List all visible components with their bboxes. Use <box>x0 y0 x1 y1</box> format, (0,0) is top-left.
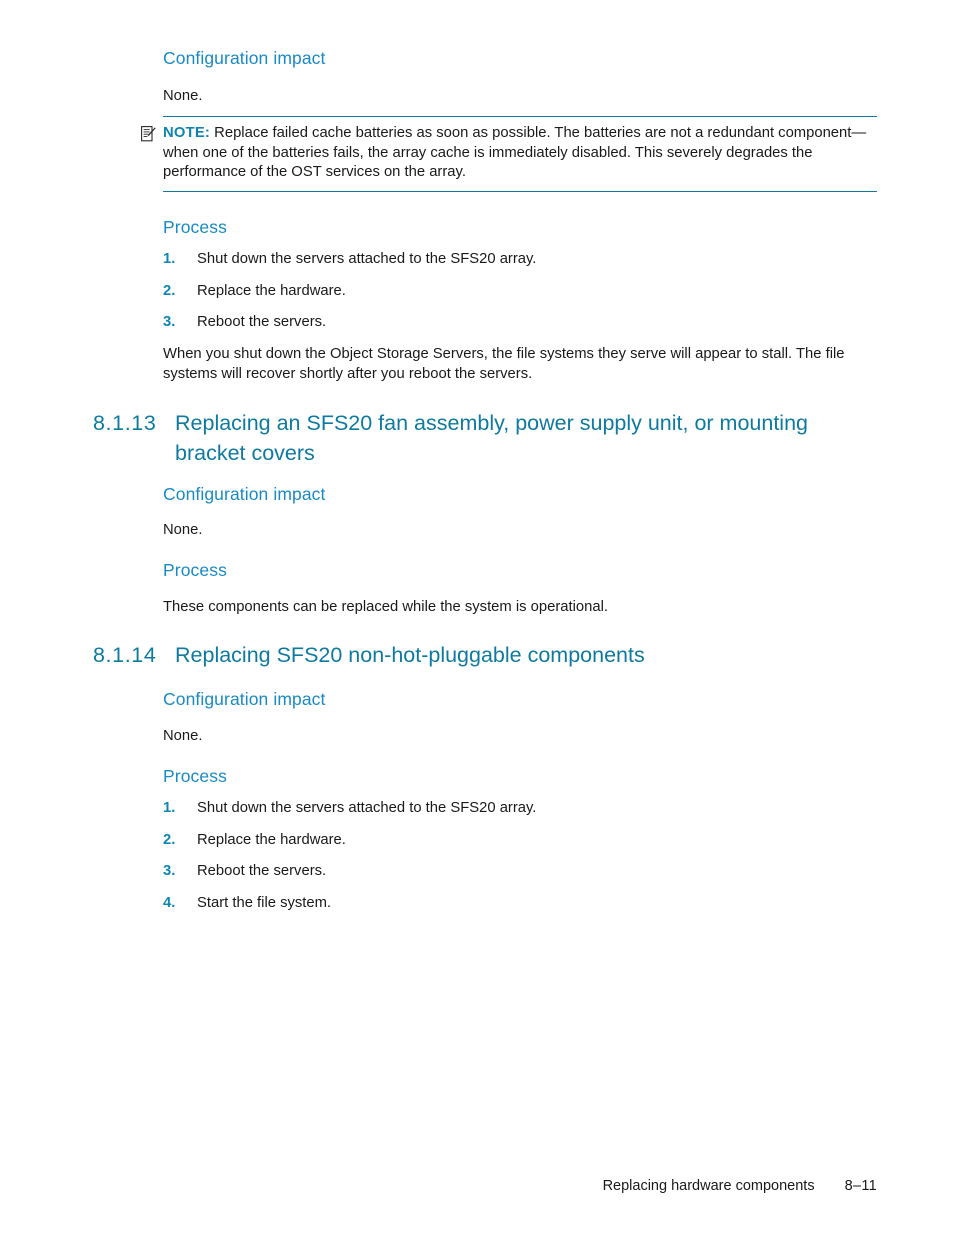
step-number: 2. <box>163 282 176 299</box>
configuration-impact-heading-3: Configuration impact <box>163 689 878 710</box>
configuration-impact-body-3: None. <box>163 727 878 747</box>
step-number: 1. <box>163 251 176 267</box>
step-number: 3. <box>163 863 176 879</box>
section-number: 8.1.14 <box>93 643 157 667</box>
document-page: Configuration impact None. NOTE: Replace… <box>0 0 954 1235</box>
step-text: Reboot the servers. <box>197 863 327 879</box>
step-number: 1. <box>163 800 176 816</box>
note-text: Replace failed cache batteries as soon a… <box>163 125 867 181</box>
process-steps-list-3: 1. Shut down the servers attached to the… <box>163 787 878 913</box>
process-heading-2: Process <box>163 560 878 581</box>
step-number: 2. <box>163 831 176 848</box>
section-number: 8.1.13 <box>93 411 157 435</box>
step-number: 3. <box>163 314 176 330</box>
page-number: 8–11 <box>844 1178 877 1194</box>
section-heading-8-1-13: 8.1.13 Replacing an SFS20 fan assembly, … <box>93 408 883 468</box>
note-pencil-icon <box>141 124 163 147</box>
step-text: Reboot the servers. <box>197 314 327 330</box>
process-body-2: These components can be replaced while t… <box>163 598 878 618</box>
step-text: Replace the hardware. <box>197 282 346 299</box>
note-label: NOTE: <box>163 125 211 141</box>
list-item: 1. Shut down the servers attached to the… <box>163 250 878 270</box>
list-item: 3. Reboot the servers. <box>163 862 878 882</box>
footer-chapter-title: Replacing hardware components <box>602 1178 815 1194</box>
heading-text: Process <box>163 560 227 580</box>
list-item: 1. Shut down the servers attached to the… <box>163 799 878 819</box>
paragraph-text: These components can be replaced while t… <box>163 599 608 615</box>
step-text: Start the file system. <box>197 894 332 911</box>
step-text: Shut down the servers attached to the SF… <box>197 800 537 816</box>
section-title: Replacing an SFS20 fan assembly, power s… <box>175 411 809 465</box>
paragraph-text: When you shut down the Object Storage Se… <box>163 346 845 382</box>
configuration-impact-heading-1: Configuration impact <box>163 48 878 69</box>
heading-text: Configuration impact <box>163 484 326 504</box>
process-heading-1: Process <box>163 217 878 238</box>
list-item: 3. Reboot the servers. <box>163 313 878 333</box>
heading-text: Configuration impact <box>163 48 326 68</box>
step-text: Replace the hardware. <box>197 831 346 848</box>
paragraph-text: None. <box>163 728 203 744</box>
note-admonition: NOTE: Replace failed cache batteries as … <box>141 116 877 192</box>
list-item: 4. Start the file system. <box>163 894 878 914</box>
section-title: Replacing SFS20 non-hot-pluggable compon… <box>175 643 645 667</box>
paragraph-text: None. <box>163 522 203 538</box>
paragraph-text: None. <box>163 88 203 104</box>
trailing-paragraph-1: When you shut down the Object Storage Se… <box>163 345 875 384</box>
configuration-impact-body-2: None. <box>163 521 878 541</box>
configuration-impact-heading-2: Configuration impact <box>163 484 878 505</box>
note-bottom-rule <box>163 190 877 192</box>
step-text: Shut down the servers attached to the SF… <box>197 251 537 267</box>
process-heading-3: Process <box>163 766 878 787</box>
section-heading-8-1-14: 8.1.14 Replacing SFS20 non-hot-pluggable… <box>93 640 883 670</box>
list-item: 2. Replace the hardware. <box>163 282 878 302</box>
process-steps-list-1: 1. Shut down the servers attached to the… <box>163 238 878 333</box>
step-number: 4. <box>163 894 176 911</box>
note-content: NOTE: Replace failed cache batteries as … <box>163 124 877 183</box>
heading-text: Configuration impact <box>163 689 326 709</box>
heading-text: Process <box>163 766 227 786</box>
heading-text: Process <box>163 217 227 237</box>
configuration-impact-body-1: None. <box>163 87 878 107</box>
list-item: 2. Replace the hardware. <box>163 831 878 851</box>
page-footer: Replacing hardware components 8–11 <box>0 1178 954 1194</box>
